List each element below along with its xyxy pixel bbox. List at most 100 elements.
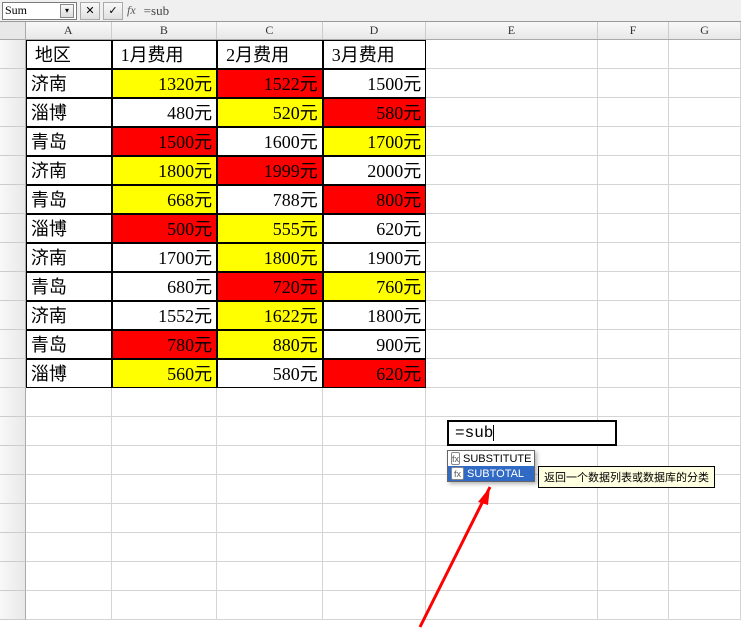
row-header[interactable] xyxy=(0,562,26,591)
row-header[interactable] xyxy=(0,446,26,475)
empty-cell[interactable] xyxy=(323,417,427,446)
row-header[interactable] xyxy=(0,40,26,69)
empty-cell[interactable] xyxy=(426,243,597,272)
empty-cell[interactable] xyxy=(669,243,741,272)
empty-cell[interactable] xyxy=(426,562,597,591)
empty-cell[interactable] xyxy=(112,417,218,446)
col-header-C[interactable]: C xyxy=(217,22,323,39)
empty-cell[interactable] xyxy=(598,504,670,533)
value-cell[interactable]: 1800元 xyxy=(112,156,218,185)
region-cell[interactable]: 淄博 xyxy=(26,98,112,127)
empty-cell[interactable] xyxy=(598,330,670,359)
empty-cell[interactable] xyxy=(598,359,670,388)
value-cell[interactable]: 1900元 xyxy=(323,243,427,272)
empty-cell[interactable] xyxy=(217,388,323,417)
region-cell[interactable]: 济南 xyxy=(26,243,112,272)
empty-cell[interactable] xyxy=(426,272,597,301)
value-cell[interactable]: 1622元 xyxy=(217,301,323,330)
value-cell[interactable]: 668元 xyxy=(112,185,218,214)
region-cell[interactable]: 济南 xyxy=(26,156,112,185)
empty-cell[interactable] xyxy=(598,272,670,301)
empty-cell[interactable] xyxy=(598,185,670,214)
row-header[interactable] xyxy=(0,214,26,243)
empty-cell[interactable] xyxy=(669,591,741,620)
value-cell[interactable]: 620元 xyxy=(323,214,427,243)
value-cell[interactable]: 560元 xyxy=(112,359,218,388)
region-cell[interactable]: 青岛 xyxy=(26,272,112,301)
empty-cell[interactable] xyxy=(112,562,218,591)
empty-cell[interactable] xyxy=(426,330,597,359)
empty-cell[interactable] xyxy=(598,533,670,562)
empty-cell[interactable] xyxy=(598,243,670,272)
empty-cell[interactable] xyxy=(669,359,741,388)
empty-cell[interactable] xyxy=(598,388,670,417)
empty-cell[interactable] xyxy=(26,533,112,562)
empty-cell[interactable] xyxy=(669,272,741,301)
empty-cell[interactable] xyxy=(426,301,597,330)
empty-cell[interactable] xyxy=(26,562,112,591)
empty-cell[interactable] xyxy=(26,504,112,533)
region-cell[interactable]: 济南 xyxy=(26,69,112,98)
value-cell[interactable]: 1800元 xyxy=(323,301,427,330)
row-header[interactable] xyxy=(0,98,26,127)
value-cell[interactable]: 1600元 xyxy=(217,127,323,156)
empty-cell[interactable] xyxy=(598,40,670,69)
empty-cell[interactable] xyxy=(598,301,670,330)
row-header[interactable] xyxy=(0,69,26,98)
empty-cell[interactable] xyxy=(426,591,597,620)
row-header[interactable] xyxy=(0,417,26,446)
empty-cell[interactable] xyxy=(26,475,112,504)
empty-cell[interactable] xyxy=(426,127,597,156)
col-header-F[interactable]: F xyxy=(598,22,670,39)
chevron-down-icon[interactable]: ▾ xyxy=(60,4,74,18)
value-cell[interactable]: 580元 xyxy=(217,359,323,388)
row-header[interactable] xyxy=(0,591,26,620)
empty-cell[interactable] xyxy=(217,533,323,562)
value-cell[interactable]: 2000元 xyxy=(323,156,427,185)
value-cell[interactable]: 1500元 xyxy=(323,69,427,98)
accept-formula-button[interactable]: ✓ xyxy=(103,2,123,20)
value-cell[interactable]: 580元 xyxy=(323,98,427,127)
empty-cell[interactable] xyxy=(669,388,741,417)
fx-icon[interactable]: fx xyxy=(127,3,136,18)
region-cell[interactable]: 淄博 xyxy=(26,359,112,388)
empty-cell[interactable] xyxy=(323,446,427,475)
header-month2[interactable]: 2月费用 xyxy=(217,40,323,69)
empty-cell[interactable] xyxy=(669,330,741,359)
empty-cell[interactable] xyxy=(669,127,741,156)
empty-cell[interactable] xyxy=(26,446,112,475)
value-cell[interactable]: 760元 xyxy=(323,272,427,301)
region-cell[interactable]: 青岛 xyxy=(26,127,112,156)
row-header[interactable] xyxy=(0,475,26,504)
row-header[interactable] xyxy=(0,533,26,562)
empty-cell[interactable] xyxy=(217,591,323,620)
empty-cell[interactable] xyxy=(426,388,597,417)
row-header[interactable] xyxy=(0,185,26,214)
formula-input[interactable]: =sub xyxy=(144,3,169,19)
empty-cell[interactable] xyxy=(598,98,670,127)
empty-cell[interactable] xyxy=(426,533,597,562)
col-header-A[interactable]: A xyxy=(26,22,112,39)
empty-cell[interactable] xyxy=(323,591,427,620)
row-header[interactable] xyxy=(0,359,26,388)
empty-cell[interactable] xyxy=(598,127,670,156)
empty-cell[interactable] xyxy=(323,475,427,504)
region-cell[interactable]: 青岛 xyxy=(26,330,112,359)
row-header[interactable] xyxy=(0,127,26,156)
empty-cell[interactable] xyxy=(26,388,112,417)
empty-cell[interactable] xyxy=(323,562,427,591)
empty-cell[interactable] xyxy=(598,156,670,185)
empty-cell[interactable] xyxy=(598,562,670,591)
empty-cell[interactable] xyxy=(598,214,670,243)
empty-cell[interactable] xyxy=(669,156,741,185)
empty-cell[interactable] xyxy=(426,185,597,214)
empty-cell[interactable] xyxy=(669,98,741,127)
value-cell[interactable]: 1999元 xyxy=(217,156,323,185)
empty-cell[interactable] xyxy=(426,156,597,185)
autocomplete-item-subtotal[interactable]: fxSUBTOTAL xyxy=(448,466,534,481)
empty-cell[interactable] xyxy=(669,504,741,533)
empty-cell[interactable] xyxy=(26,417,112,446)
autocomplete-item-substitute[interactable]: fxSUBSTITUTE xyxy=(448,451,534,466)
empty-cell[interactable] xyxy=(669,301,741,330)
region-cell[interactable]: 淄博 xyxy=(26,214,112,243)
